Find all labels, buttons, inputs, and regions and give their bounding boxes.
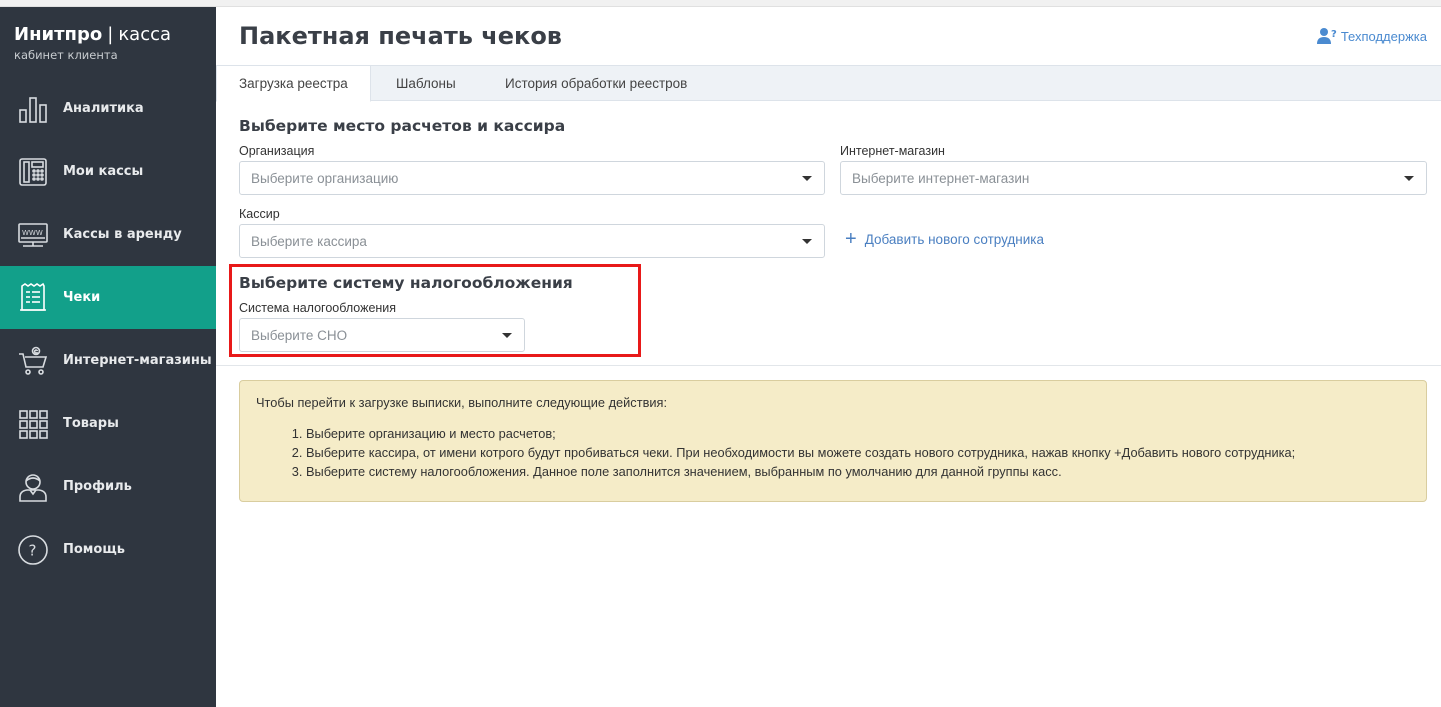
chevron-down-icon [802, 176, 812, 181]
divider [216, 365, 1441, 366]
add-employee-label: Добавить нового сотрудника [864, 231, 1045, 247]
receipt-icon [16, 281, 49, 314]
logo-separator: | [107, 24, 114, 45]
org-select[interactable]: Выберите организацию [239, 161, 825, 195]
sidebar-item-label: Товары [63, 416, 119, 431]
sidebar-item-rent-registers[interactable]: WWW Кассы в аренду [0, 203, 216, 266]
section-title-tax-system: Выберите систему налогообложения [239, 274, 573, 292]
chevron-down-icon [802, 239, 812, 244]
page-title: Пакетная печать чеков [239, 22, 562, 50]
info-step: Выберите систему налогообложения. Данное… [306, 462, 1410, 481]
tab-processing-history[interactable]: История обработки реестров [505, 65, 687, 101]
sidebar-item-help[interactable]: ? Помощь [0, 518, 216, 581]
chevron-down-icon [1404, 176, 1414, 181]
sidebar-item-label: Интернет-магазины [63, 353, 212, 368]
plus-icon: + [845, 228, 857, 250]
support-label: Техподдержка [1340, 28, 1427, 44]
sidebar-item-label: Кассы в аренду [63, 227, 182, 242]
user-icon [16, 470, 49, 503]
tab-templates[interactable]: Шаблоны [396, 65, 456, 101]
info-step: Выберите организацию и место расчетов; [306, 424, 1410, 443]
sidebar-item-label: Чеки [63, 290, 101, 305]
sidebar: Инитпро | касса кабинет клиента Аналитик… [0, 7, 216, 707]
tax-system-select-value: Выберите СНО [251, 327, 348, 343]
sidebar-item-goods[interactable]: Товары [0, 392, 216, 455]
www-terminal-icon: WWW [16, 218, 49, 251]
info-steps: Выберите организацию и место расчетов; В… [256, 424, 1410, 481]
logo-subtitle: кабинет клиента [14, 48, 118, 62]
support-user-icon: ? [1316, 28, 1337, 44]
cash-register-icon [16, 155, 49, 188]
sidebar-item-web-shops[interactable]: Интернет-магазины [0, 329, 216, 392]
sidebar-item-label: Профиль [63, 479, 132, 494]
cashier-label: Кассир [239, 207, 280, 221]
grid-icon [16, 407, 49, 440]
svg-text:?: ? [28, 541, 36, 559]
analytics-icon [16, 92, 49, 125]
sidebar-item-my-registers[interactable]: Мои кассы [0, 140, 216, 203]
sidebar-menu: Аналитика Мои кассы WWW Кассы в аренду Ч… [0, 77, 216, 581]
tabs-bar: Загрузка реестра Шаблоны История обработ… [216, 65, 1441, 102]
cashier-select-value: Выберите кассира [251, 233, 367, 249]
sidebar-item-label: Аналитика [63, 101, 144, 116]
tax-label: Система налогообложения [239, 301, 397, 315]
sidebar-item-receipts[interactable]: Чеки [0, 266, 216, 329]
section-title-place-cashier: Выберите место расчетов и кассира [239, 117, 566, 135]
org-label: Организация [239, 144, 315, 158]
help-icon: ? [16, 533, 49, 566]
support-link[interactable]: ? Техподдержка [1316, 27, 1427, 45]
shop-select-value: Выберите интернет-магазин [852, 170, 1030, 186]
shop-label: Интернет-магазин [840, 144, 945, 158]
svg-text:WWW: WWW [22, 229, 43, 237]
org-select-value: Выберите организацию [251, 170, 399, 186]
browser-top-strip [0, 0, 1441, 7]
sidebar-item-label: Помощь [63, 542, 125, 557]
tab-upload-registry[interactable]: Загрузка реестра [216, 65, 371, 102]
info-intro: Чтобы перейти к загрузке выписки, выполн… [256, 395, 667, 410]
sidebar-item-profile[interactable]: Профиль [0, 455, 216, 518]
shopping-cart-icon [16, 344, 49, 377]
logo-product: касса [118, 24, 172, 45]
sidebar-item-label: Мои кассы [63, 164, 144, 179]
svg-text:?: ? [1331, 29, 1337, 40]
shop-select[interactable]: Выберите интернет-магазин [840, 161, 1427, 195]
info-box: Чтобы перейти к загрузке выписки, выполн… [239, 380, 1427, 502]
add-employee-button[interactable]: + Добавить нового сотрудника [845, 228, 1045, 250]
logo-brand: Инитпро [14, 24, 103, 45]
sidebar-item-analytics[interactable]: Аналитика [0, 77, 216, 140]
logo[interactable]: Инитпро | касса кабинет клиента [14, 24, 171, 62]
tax-system-select[interactable]: Выберите СНО [239, 318, 525, 352]
cashier-select[interactable]: Выберите кассира [239, 224, 825, 258]
chevron-down-icon [502, 333, 512, 338]
info-step: Выберите кассира, от имени котрого будут… [306, 443, 1410, 462]
